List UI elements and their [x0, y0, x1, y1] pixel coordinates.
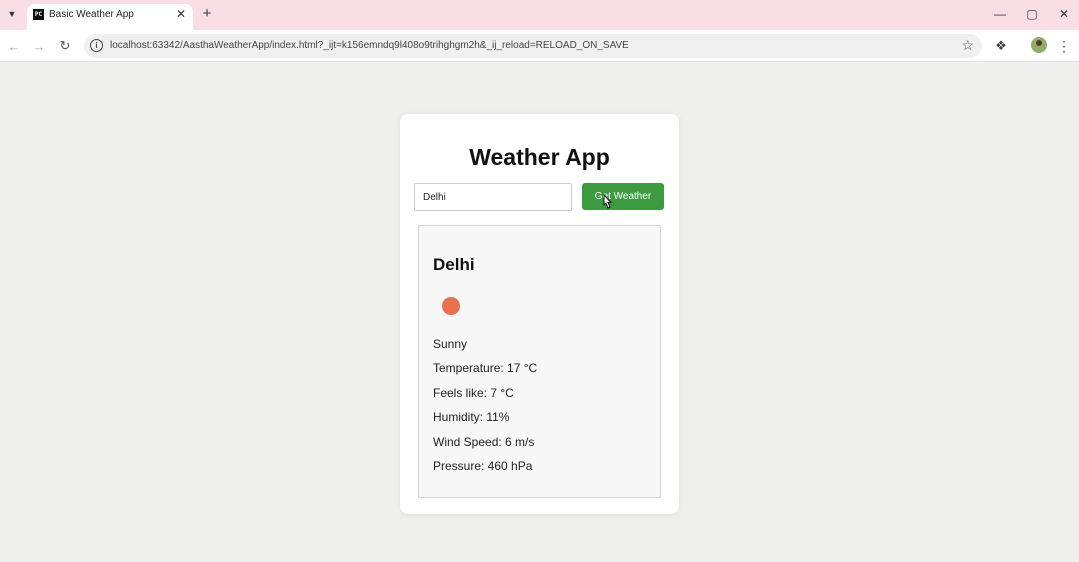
browser-toolbar: ← → ↻ i localhost:63342/AasthaWeatherApp… [0, 30, 1079, 62]
avatar[interactable] [1031, 37, 1047, 53]
browser-tab-strip: ▼ PC Basic Weather App ✕ + — ▢ ✕ [0, 0, 1079, 30]
sun-icon [442, 297, 460, 315]
temperature-text: Temperature: 17 °C [433, 361, 538, 375]
page-title: Weather App [469, 144, 610, 170]
wind-speed-text: Wind Speed: 6 m/s [433, 435, 535, 449]
browser-tab[interactable]: PC Basic Weather App ✕ [27, 4, 193, 30]
forward-arrow-icon[interactable]: → [29, 36, 49, 56]
star-icon[interactable]: ☆ [961, 37, 974, 54]
reload-icon[interactable]: ↻ [55, 36, 75, 56]
kebab-menu-icon[interactable]: ⋮ [1057, 36, 1071, 56]
minimize-icon[interactable]: — [990, 5, 1010, 23]
back-arrow-icon[interactable]: ← [4, 36, 24, 56]
info-icon[interactable]: i [90, 39, 103, 52]
maximize-icon[interactable]: ▢ [1022, 5, 1042, 23]
url-text[interactable]: localhost:63342/AasthaWeatherApp/index.h… [110, 40, 629, 51]
puzzle-icon[interactable]: ❖ [991, 36, 1011, 56]
address-bar[interactable]: i localhost:63342/AasthaWeatherApp/index… [84, 34, 982, 58]
pressure-text: Pressure: 460 hPa [433, 459, 533, 473]
chevron-down-icon[interactable]: ▼ [3, 5, 21, 23]
tab-favicon: PC [33, 9, 44, 20]
weather-card: Weather App Get Weather Delhi Sunny Temp… [400, 114, 679, 514]
plus-icon[interactable]: + [199, 5, 215, 22]
mouse-cursor-icon [603, 194, 613, 209]
close-window-icon[interactable]: ✕ [1054, 5, 1074, 23]
weather-description: Sunny [433, 337, 468, 351]
result-city-name: Delhi [433, 255, 475, 274]
humidity-text: Humidity: 11% [433, 410, 510, 424]
tab-title: Basic Weather App [49, 9, 134, 20]
close-icon[interactable]: ✕ [174, 7, 188, 21]
weather-result-panel: Delhi Sunny Temperature: 17 °C Feels lik… [418, 225, 661, 498]
city-input[interactable] [414, 183, 572, 211]
get-weather-button[interactable]: Get Weather [582, 183, 664, 210]
feels-like-text: Feels like: 7 °C [433, 386, 514, 400]
